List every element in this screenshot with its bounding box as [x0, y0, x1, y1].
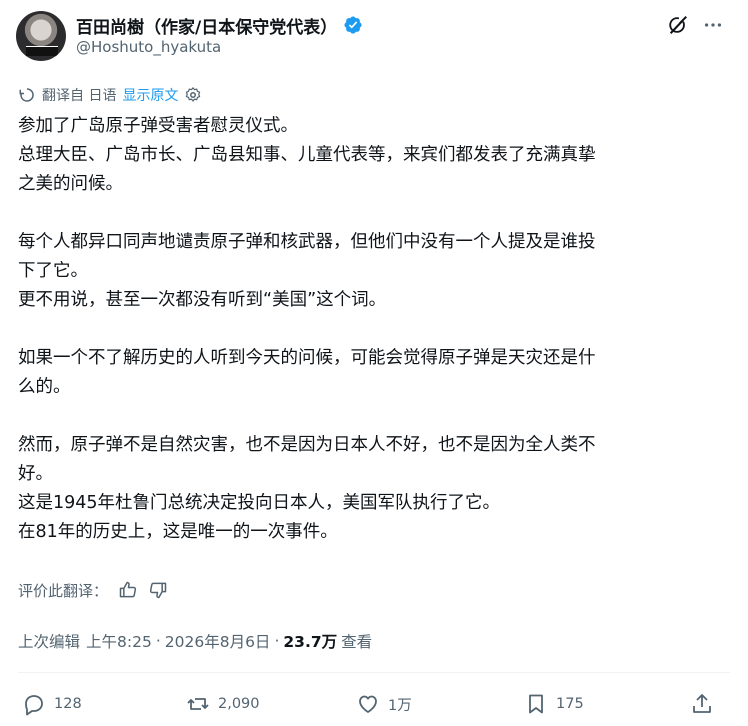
separator-dot: ·	[155, 632, 161, 650]
reply-count: 128	[54, 696, 82, 712]
translation-row: 翻译自 日语 显示原文	[18, 84, 202, 106]
bookmark-button[interactable]: 175	[524, 690, 584, 718]
author-name-row: 百田尚樹（作家/日本保守党代表）	[76, 13, 363, 38]
thumbs-up-icon[interactable]	[118, 580, 138, 600]
post-date[interactable]: 2026年8月6日	[165, 630, 271, 652]
post-meta: 上次编辑 上午8:25 · 2026年8月6日 · 23.7万 查看	[18, 628, 372, 654]
tweet-line: 么的。	[18, 377, 71, 397]
reply-button[interactable]: 128	[22, 690, 82, 718]
author-handle[interactable]: @Hoshuto_hyakuta	[76, 38, 221, 56]
translate-icon	[18, 86, 36, 104]
repost-count: 2,090	[218, 696, 260, 712]
share-button[interactable]	[690, 690, 714, 718]
repost-button[interactable]: 2,090	[186, 690, 260, 718]
thumbs-down-icon[interactable]	[148, 580, 168, 600]
more-icon[interactable]	[702, 14, 724, 36]
like-button[interactable]: 1万	[356, 690, 412, 718]
show-original-link[interactable]: 显示原文	[122, 85, 178, 105]
post-card: 百田尚樹（作家/日本保守党代表） @Hoshuto_hyakuta 翻译自 日语…	[0, 0, 748, 726]
bookmark-count: 175	[556, 696, 584, 712]
grok-icon[interactable]	[667, 14, 689, 36]
repost-icon	[186, 692, 210, 716]
like-count: 1万	[388, 697, 412, 714]
tweet-line: 参加了广岛原子弹受害者慰灵仪式。	[18, 116, 298, 136]
gear-icon[interactable]	[184, 86, 202, 104]
rate-translation-label: 评价此翻译：	[18, 581, 109, 600]
heart-icon	[356, 692, 380, 716]
avatar-logo	[26, 46, 58, 56]
rate-translation-row: 评价此翻译：	[18, 577, 168, 603]
post-time[interactable]: 上午8:25	[86, 630, 152, 652]
bookmark-icon	[524, 692, 548, 716]
reply-icon	[22, 692, 46, 716]
avatar[interactable]	[16, 11, 66, 61]
tweet-line: 这是1945年杜鲁门总统决定投向日本人，美国军队执行了它。	[18, 493, 501, 513]
edited-label[interactable]: 上次编辑	[18, 630, 80, 652]
tweet-line: 之美的问候。	[18, 174, 123, 194]
tweet-line: 下了它。	[18, 261, 88, 281]
author-display-name[interactable]: 百田尚樹（作家/日本保守党代表）	[76, 13, 337, 38]
views-label: 查看	[341, 633, 373, 651]
tweet-line: 更不用说，甚至一次都没有听到“美国”这个词。	[18, 290, 387, 310]
tweet-line: 好。	[18, 464, 53, 484]
tweet-line: 然而，原子弹不是自然灾害，也不是因为日本人不好，也不是因为全人类不	[18, 435, 596, 455]
tweet-line: 总理大臣、广岛市长、广岛县知事、儿童代表等，来宾们都发表了充满真挚	[18, 145, 596, 165]
tweet-line: 每个人都异口同声地谴责原子弹和核武器，但他们中没有一个人提及是谁投	[18, 232, 596, 252]
tweet-line: 在81年的历史上，这是唯一的一次事件。	[18, 522, 338, 542]
divider	[18, 672, 730, 673]
verified-badge-icon[interactable]	[343, 15, 363, 35]
views-count: 23.7万	[283, 633, 338, 651]
translation-label: 翻译自 日语	[42, 88, 117, 104]
share-icon	[690, 692, 714, 716]
tweet-line: 如果一个不了解历史的人听到今天的问候，可能会觉得原子弹是天灾还是什	[18, 348, 596, 368]
separator-dot: ·	[274, 632, 280, 650]
tweet-text: 参加了广岛原子弹受害者慰灵仪式。 总理大臣、广岛市长、广岛县知事、儿童代表等，来…	[18, 112, 730, 547]
